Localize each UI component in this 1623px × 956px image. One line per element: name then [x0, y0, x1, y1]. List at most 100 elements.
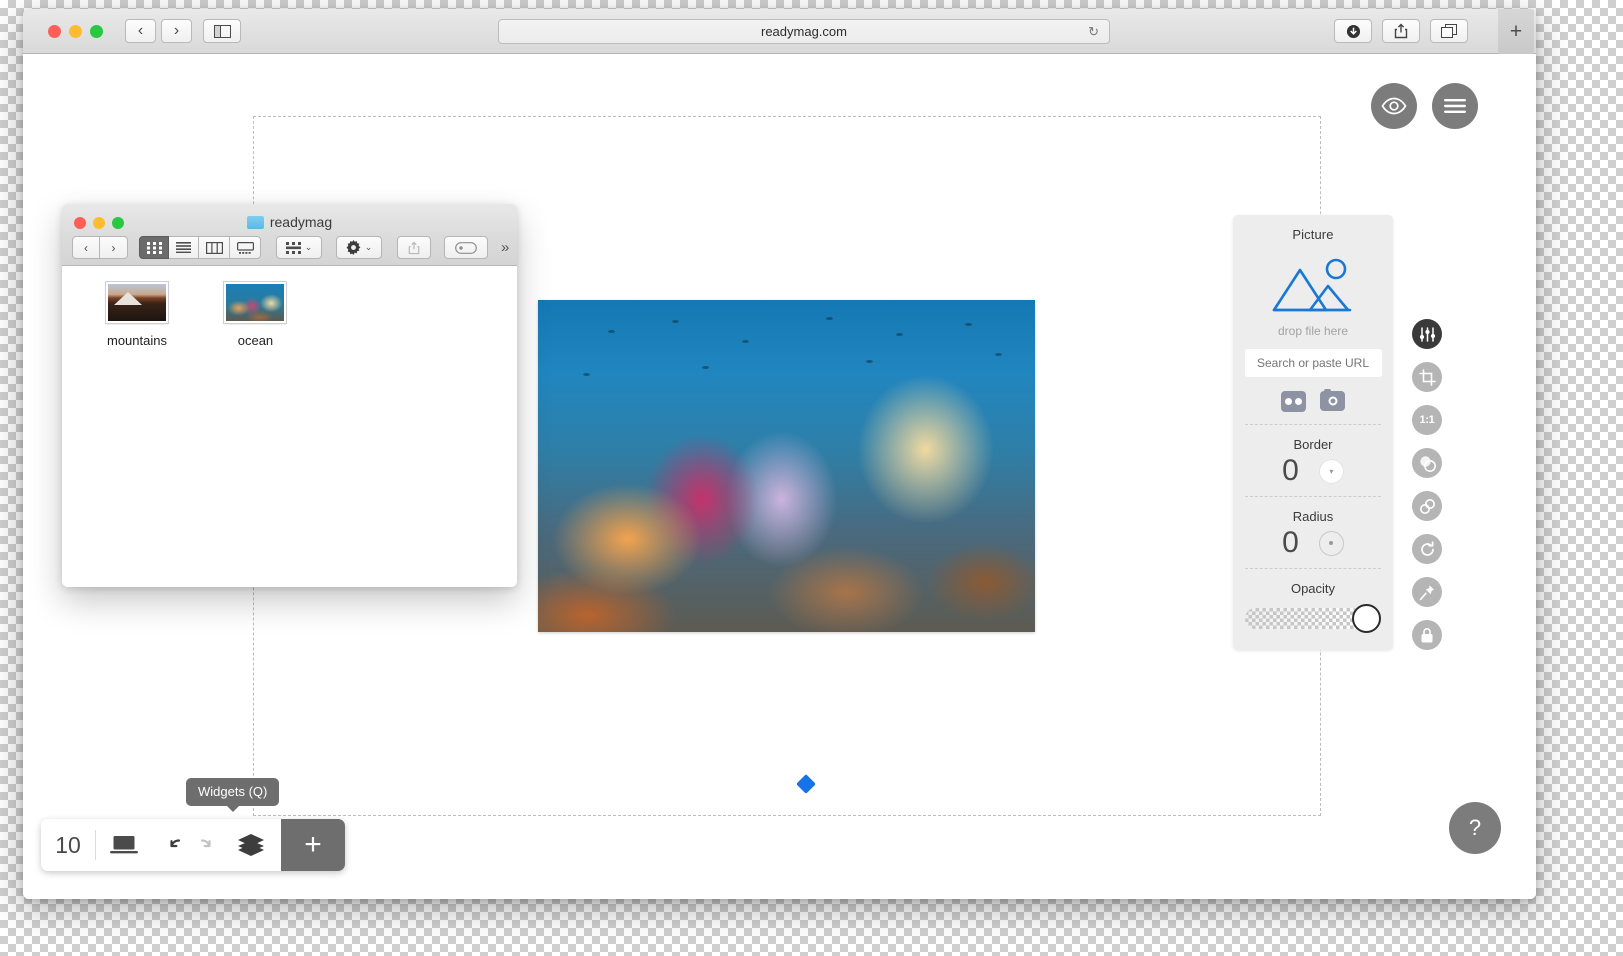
finder-file-grid: mountains ocean: [62, 266, 517, 587]
file-item-mountains[interactable]: mountains: [80, 281, 194, 348]
add-widget-button[interactable]: +: [281, 819, 345, 871]
eye-icon: [1381, 97, 1407, 115]
opacity-slider-track[interactable]: [1245, 608, 1363, 629]
border-value[interactable]: 0: [1282, 456, 1299, 486]
file-thumbnail: [223, 281, 288, 324]
browser-right-buttons: [1334, 19, 1468, 43]
opacity-slider-knob[interactable]: [1352, 604, 1381, 633]
radius-value[interactable]: 0: [1282, 528, 1299, 558]
toolbar-overflow-button[interactable]: »: [501, 239, 509, 256]
browser-nav-group: ‹ ›: [125, 19, 192, 43]
selected-image-widget[interactable]: [538, 300, 1035, 632]
editor-canvas: ? Picture drop file here Search or paste…: [23, 54, 1536, 899]
view-as-columns-button[interactable]: [199, 236, 230, 259]
border-label: Border: [1293, 437, 1333, 452]
main-menu-button[interactable]: [1432, 83, 1478, 129]
aspect-ratio-icon[interactable]: 1:1: [1412, 405, 1442, 435]
border-field: Border 0 ▾: [1233, 425, 1393, 496]
forward-button[interactable]: ›: [161, 19, 192, 43]
image-placeholder-icon: [1272, 258, 1351, 312]
arrange-by-icon: [285, 241, 301, 254]
download-icon: [1346, 24, 1360, 38]
search-or-url-input[interactable]: [1244, 349, 1382, 377]
minimize-button[interactable]: [69, 25, 82, 38]
file-label: ocean: [237, 333, 274, 348]
file-item-ocean[interactable]: ocean: [198, 281, 312, 348]
help-label: ?: [1468, 815, 1482, 840]
back-button[interactable]: ‹: [125, 19, 156, 43]
finder-toolbar: ‹ › ⌄ ⌄ »: [72, 236, 511, 259]
help-button[interactable]: ?: [1449, 802, 1501, 854]
picture-properties-panel: Picture drop file here Search or paste U…: [1233, 215, 1393, 650]
browser-window: ‹ › readymag.com ↻ + ? Picture drop file…: [23, 9, 1536, 899]
close-button[interactable]: [48, 25, 61, 38]
radius-label: Radius: [1292, 509, 1334, 524]
sidebar-icon: [213, 24, 231, 38]
image-tool-rail: 1:1: [1412, 319, 1442, 650]
browser-traffic-lights: [48, 25, 103, 38]
widgets-tooltip: Widgets (Q): [186, 778, 280, 806]
reload-icon[interactable]: ↻: [1088, 24, 1099, 40]
view-as-list-button[interactable]: [169, 236, 199, 259]
drop-zone[interactable]: [1266, 256, 1361, 318]
adjustments-icon[interactable]: [1412, 319, 1442, 349]
mask-icon[interactable]: [1412, 448, 1442, 478]
widgets-button[interactable]: [221, 819, 281, 871]
finder-back-button[interactable]: ‹: [72, 236, 100, 259]
finder-share-button[interactable]: [397, 236, 431, 259]
tab-overview-button[interactable]: [1430, 19, 1468, 43]
share-button[interactable]: [1382, 19, 1420, 43]
file-thumbnail: [105, 281, 169, 324]
panel-title: Picture: [1292, 227, 1334, 242]
add-label: +: [304, 828, 322, 861]
chevron-down-icon: ⌄: [364, 242, 373, 252]
tag-icon: [455, 241, 477, 254]
sidebar-toggle-button[interactable]: [203, 19, 241, 43]
url-text: readymag.com: [761, 24, 847, 39]
finder-window-title: readymag: [62, 214, 517, 230]
share-icon: [408, 241, 420, 254]
downloads-button[interactable]: [1334, 19, 1372, 43]
tab-overview-icon: [1441, 23, 1457, 38]
rotate-icon[interactable]: [1412, 534, 1442, 564]
finder-title-text: readymag: [269, 214, 333, 230]
image-source-buttons: [1233, 388, 1393, 412]
camera-icon[interactable]: [1320, 388, 1345, 411]
layers-icon: [238, 834, 264, 856]
preview-button[interactable]: [1371, 83, 1417, 129]
drop-hint-label: drop file here: [1277, 324, 1349, 338]
undo-redo-button[interactable]: [161, 819, 221, 871]
address-bar[interactable]: readymag.com ↻: [498, 19, 1110, 44]
gear-icon: [346, 240, 361, 255]
pin-icon[interactable]: [1412, 577, 1442, 607]
arrange-by-button[interactable]: ⌄: [276, 236, 322, 259]
undo-icon: [170, 839, 181, 848]
opacity-field: Opacity: [1233, 569, 1393, 636]
finder-tag-button[interactable]: [444, 236, 488, 259]
radius-corner-toggle[interactable]: [1318, 530, 1344, 556]
device-preview-button[interactable]: [96, 819, 152, 871]
border-color-swatch[interactable]: ▾: [1318, 458, 1344, 484]
new-tab-button[interactable]: +: [1498, 9, 1534, 54]
crop-icon[interactable]: [1412, 362, 1442, 392]
chevron-down-icon: ⌄: [304, 242, 313, 252]
folder-icon: [246, 215, 264, 229]
action-menu-button[interactable]: ⌄: [336, 236, 382, 259]
radius-field: Radius 0: [1233, 497, 1393, 568]
flickr-icon[interactable]: [1281, 391, 1306, 412]
zoom-button[interactable]: [90, 25, 103, 38]
link-icon[interactable]: [1412, 491, 1442, 521]
finder-forward-button[interactable]: ›: [100, 236, 128, 259]
opacity-label: Opacity: [1290, 581, 1336, 596]
finder-view-group: [139, 236, 261, 259]
laptop-icon: [110, 836, 138, 854]
finder-nav-group: ‹ ›: [72, 236, 128, 259]
view-as-icons-button[interactable]: [139, 236, 169, 259]
lock-icon[interactable]: [1412, 620, 1442, 650]
hamburger-menu-icon: [1444, 99, 1466, 113]
toolbar-gap: [152, 819, 161, 871]
view-as-gallery-button[interactable]: [230, 236, 261, 259]
file-label: mountains: [107, 333, 167, 348]
page-count-label[interactable]: 10: [41, 819, 95, 871]
redo-icon: [200, 839, 211, 848]
